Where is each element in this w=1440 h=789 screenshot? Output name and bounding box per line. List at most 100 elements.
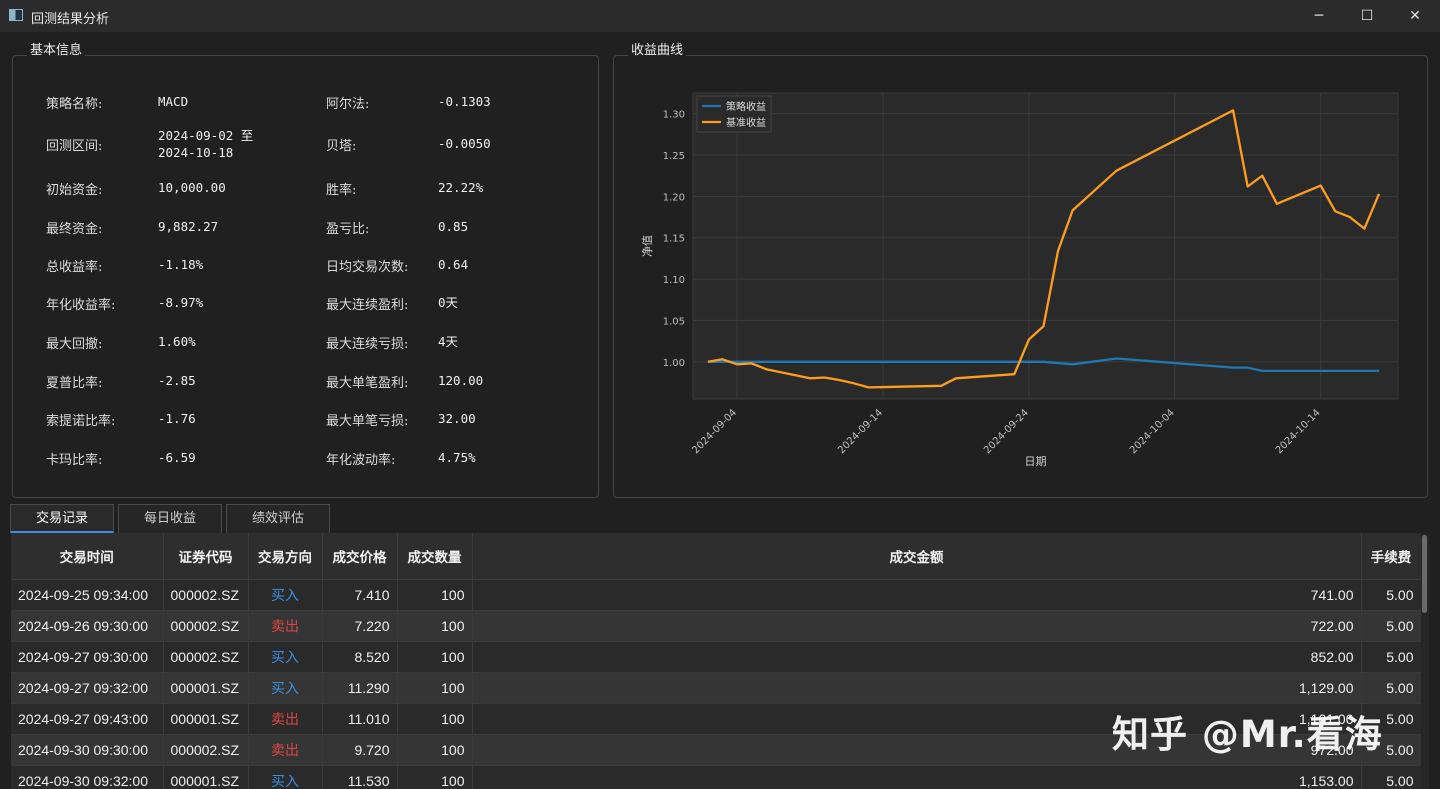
info-label: 策略名称: — [46, 97, 103, 112]
table-row[interactable]: 2024-09-26 09:30:00 000002.SZ 卖出 7.220 100 72… — [11, 610, 1421, 642]
cell-code[interactable]: 000001.SZ — [163, 765, 249, 789]
cell-fee[interactable]: 5.00 — [1361, 765, 1421, 789]
cell-direction[interactable]: 买入 — [248, 672, 323, 704]
info-value: -0.0050 — [438, 136, 491, 151]
cell-direction[interactable]: 卖出 — [248, 703, 323, 735]
cell-quantity[interactable]: 100 — [397, 734, 473, 766]
tab-performance[interactable]: 绩效评估 — [226, 504, 330, 533]
y-tick-label: 1.20 — [663, 192, 685, 203]
cell-fee[interactable]: 5.00 — [1361, 641, 1421, 673]
cell-direction[interactable]: 买入 — [248, 579, 323, 611]
cell-quantity[interactable]: 100 — [397, 703, 473, 735]
cell-amount[interactable]: 1,129.00 — [472, 672, 1362, 704]
cell-time[interactable]: 2024-09-25 09:34:00 — [11, 579, 164, 611]
x-tick-label: 2024-10-04 — [1128, 407, 1177, 456]
info-label: 年化波动率: — [326, 453, 396, 468]
info-value: 9,882.27 — [158, 219, 219, 234]
y-tick-label: 1.30 — [663, 110, 685, 121]
maximize-button[interactable]: ☐ — [1344, 0, 1390, 32]
header-code[interactable]: 证券代码 — [163, 533, 249, 580]
basic-info-group — [12, 55, 599, 498]
cell-price[interactable]: 7.410 — [322, 579, 398, 611]
cell-time[interactable]: 2024-09-30 09:32:00 — [11, 765, 164, 789]
cell-price[interactable]: 9.720 — [322, 734, 398, 766]
window-title: 回测结果分析 — [31, 12, 110, 27]
info-label: 日均交易次数: — [326, 260, 409, 275]
cell-code[interactable]: 000001.SZ — [163, 703, 249, 735]
info-value: 4.75% — [438, 450, 476, 465]
info-label: 阿尔法: — [326, 97, 370, 112]
info-label: 索提诺比率: — [46, 414, 116, 429]
info-label: 卡玛比率: — [46, 453, 103, 468]
cell-price[interactable]: 11.530 — [322, 765, 398, 789]
cell-quantity[interactable]: 100 — [397, 641, 473, 673]
info-value: 2024-09-02 至 — [158, 128, 254, 143]
cell-code[interactable]: 000002.SZ — [163, 579, 249, 611]
cell-amount[interactable]: 1,153.00 — [472, 765, 1362, 789]
info-value: 0.64 — [438, 257, 469, 272]
info-value: 2024-10-18 — [158, 145, 234, 160]
tab-trade-records[interactable]: 交易记录 — [10, 504, 114, 533]
info-value: 120.00 — [438, 373, 484, 388]
cell-code[interactable]: 000002.SZ — [163, 610, 249, 642]
info-value: 0天 — [438, 295, 459, 310]
cell-quantity[interactable]: 100 — [397, 765, 473, 789]
info-label: 夏普比率: — [46, 376, 103, 391]
header-direction[interactable]: 交易方向 — [248, 533, 323, 580]
y-tick-label: 1.15 — [663, 234, 685, 245]
cell-price[interactable]: 11.010 — [322, 703, 398, 735]
header-price[interactable]: 成交价格 — [322, 533, 398, 580]
close-button[interactable]: ✕ — [1392, 0, 1438, 32]
cell-time[interactable]: 2024-09-27 09:32:00 — [11, 672, 164, 704]
cell-quantity[interactable]: 100 — [397, 579, 473, 611]
legend-label: 策略收益 — [726, 100, 766, 113]
info-label: 胜率: — [326, 183, 357, 198]
info-value: 1.60% — [158, 334, 196, 349]
cell-quantity[interactable]: 100 — [397, 672, 473, 704]
table-header-row: 交易时间 证券代码 交易方向 成交价格 成交数量 成交金额 手续费 — [11, 533, 1421, 580]
cell-price[interactable]: 8.520 — [322, 641, 398, 673]
info-label: 最大连续盈利: — [326, 298, 409, 313]
cell-time[interactable]: 2024-09-26 09:30:00 — [11, 610, 164, 642]
info-value: -6.59 — [158, 450, 196, 465]
x-tick-label: 2024-09-14 — [836, 407, 885, 456]
cell-direction[interactable]: 卖出 — [248, 610, 323, 642]
cell-direction[interactable]: 卖出 — [248, 734, 323, 766]
minimize-button[interactable]: ─ — [1296, 0, 1342, 32]
cell-amount[interactable]: 741.00 — [472, 579, 1362, 611]
header-amount[interactable]: 成交金额 — [472, 533, 1362, 580]
cell-amount[interactable]: 852.00 — [472, 641, 1362, 673]
info-label: 最终资金: — [46, 222, 103, 237]
cell-time[interactable]: 2024-09-27 09:43:00 — [11, 703, 164, 735]
cell-fee[interactable]: 5.00 — [1361, 610, 1421, 642]
cell-time[interactable]: 2024-09-30 09:30:00 — [11, 734, 164, 766]
cell-direction[interactable]: 买入 — [248, 641, 323, 673]
header-fee[interactable]: 手续费 — [1361, 533, 1421, 580]
cell-code[interactable]: 000001.SZ — [163, 672, 249, 704]
cell-amount[interactable]: 722.00 — [472, 610, 1362, 642]
header-time[interactable]: 交易时间 — [11, 533, 164, 580]
header-quantity[interactable]: 成交数量 — [397, 533, 473, 580]
cell-price[interactable]: 11.290 — [322, 672, 398, 704]
cell-fee[interactable]: 5.00 — [1361, 579, 1421, 611]
table-row[interactable]: 2024-09-30 09:32:00 000001.SZ 买入 11.530 100 1… — [11, 765, 1421, 789]
cell-direction[interactable]: 买入 — [248, 765, 323, 789]
y-tick-label: 1.25 — [663, 151, 685, 162]
info-value: 0.85 — [438, 219, 469, 234]
table-scrollbar[interactable] — [1421, 533, 1429, 789]
scrollbar-thumb[interactable] — [1422, 535, 1427, 613]
info-label: 初始资金: — [46, 183, 103, 198]
cell-fee[interactable]: 5.00 — [1361, 672, 1421, 704]
info-label: 年化收益率: — [46, 298, 116, 313]
cell-code[interactable]: 000002.SZ — [163, 641, 249, 673]
table-row[interactable]: 2024-09-27 09:32:00 000001.SZ 买入 11.290 100 1… — [11, 672, 1421, 704]
cell-time[interactable]: 2024-09-27 09:30:00 — [11, 641, 164, 673]
y-tick-label: 1.00 — [663, 358, 685, 369]
cell-price[interactable]: 7.220 — [322, 610, 398, 642]
cell-code[interactable]: 000002.SZ — [163, 734, 249, 766]
info-label: 总收益率: — [46, 260, 103, 275]
tab-daily-returns[interactable]: 每日收益 — [118, 504, 222, 533]
table-row[interactable]: 2024-09-27 09:30:00 000002.SZ 买入 8.520 100 85… — [11, 641, 1421, 673]
table-row[interactable]: 2024-09-25 09:34:00 000002.SZ 买入 7.410 100 74… — [11, 579, 1421, 611]
cell-quantity[interactable]: 100 — [397, 610, 473, 642]
